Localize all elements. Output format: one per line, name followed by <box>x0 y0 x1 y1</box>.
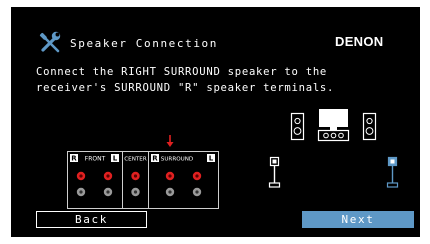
svg-text:L: L <box>113 155 118 163</box>
svg-text:R: R <box>71 155 77 163</box>
next-button[interactable]: Next <box>302 211 414 228</box>
svg-text:SURROUND: SURROUND <box>161 157 193 163</box>
svg-text:CENTER: CENTER <box>124 157 147 163</box>
brand-logo: DENON <box>335 34 384 49</box>
speaker-terminals-diagram: R FRONT L CENTER R SURROUND L <box>67 135 219 209</box>
svg-text:R: R <box>152 155 158 163</box>
instruction-line-1: Connect the RIGHT SURROUND speaker to th… <box>36 66 328 78</box>
wrench-screwdriver-icon <box>39 31 61 53</box>
instruction-text: Connect the RIGHT SURROUND speaker to th… <box>36 64 416 96</box>
setup-screen: Speaker Connection DENON Connect the RIG… <box>11 7 420 237</box>
front-left-speaker-icon <box>290 112 305 141</box>
page-title: Speaker Connection <box>70 37 219 50</box>
instruction-line-2: receiver's SURROUND "R" speaker terminal… <box>36 82 335 94</box>
center-speaker-icon <box>317 109 350 142</box>
front-right-speaker-icon <box>362 112 377 141</box>
surround-right-speaker-icon <box>386 156 399 188</box>
svg-text:L: L <box>209 155 214 163</box>
back-button[interactable]: Back <box>36 211 147 228</box>
svg-text:FRONT: FRONT <box>85 156 106 163</box>
down-arrow-icon <box>166 135 174 147</box>
speaker-layout-diagram <box>268 109 399 188</box>
surround-left-speaker-icon <box>268 156 281 188</box>
